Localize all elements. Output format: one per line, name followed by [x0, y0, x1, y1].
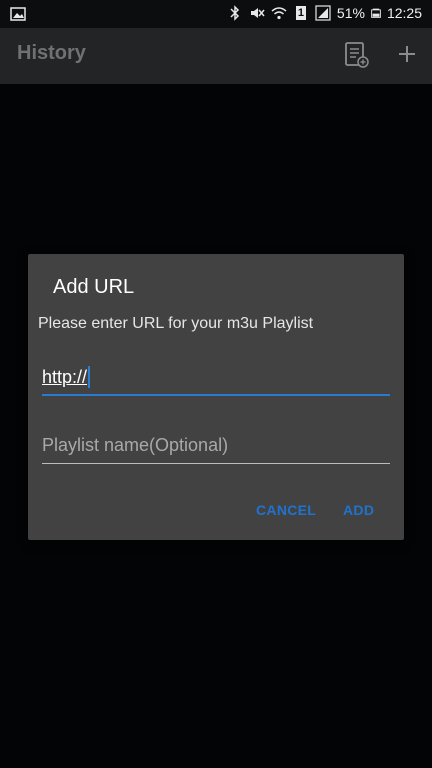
add-button[interactable]: ADD [343, 502, 374, 518]
status-right: 1 51% 12:25 [227, 5, 422, 21]
text-caret [88, 366, 91, 388]
sim-badge: 1 [297, 7, 305, 19]
add-url-dialog: Add URL Please enter URL for your m3u Pl… [28, 254, 404, 540]
url-input[interactable]: http:// [42, 364, 390, 390]
url-input-underline [42, 394, 390, 396]
cancel-button[interactable]: CANCEL [256, 502, 316, 518]
dialog-title: Add URL [53, 276, 135, 298]
battery-icon [371, 8, 381, 18]
mute-icon [250, 8, 265, 18]
url-field[interactable]: http:// [42, 364, 390, 396]
sim-icon: 1 [293, 5, 309, 21]
app-bar: History [0, 28, 432, 84]
status-left [10, 6, 26, 25]
image-icon [10, 7, 26, 21]
wifi-icon [271, 7, 287, 20]
bluetooth-icon [230, 5, 239, 21]
playlist-name-underline [42, 463, 390, 464]
add-icon[interactable] [392, 40, 422, 70]
playlist-name-input[interactable]: Playlist name(Optional) [42, 432, 390, 458]
clock: 12:25 [386, 5, 422, 21]
status-bar: 1 51% 12:25 [0, 0, 432, 28]
signal-icon [315, 5, 331, 21]
url-input-value: http:// [42, 367, 88, 387]
page-title: History [17, 42, 86, 64]
battery-percent: 51% [336, 5, 365, 21]
screen: 1 51% 12:25 History Add URL Please enter… [0, 0, 432, 768]
dialog-message: Please enter URL for your m3u Playlist [38, 315, 314, 332]
playlist-icon[interactable] [342, 40, 372, 70]
playlist-name-field[interactable]: Playlist name(Optional) [42, 432, 390, 464]
